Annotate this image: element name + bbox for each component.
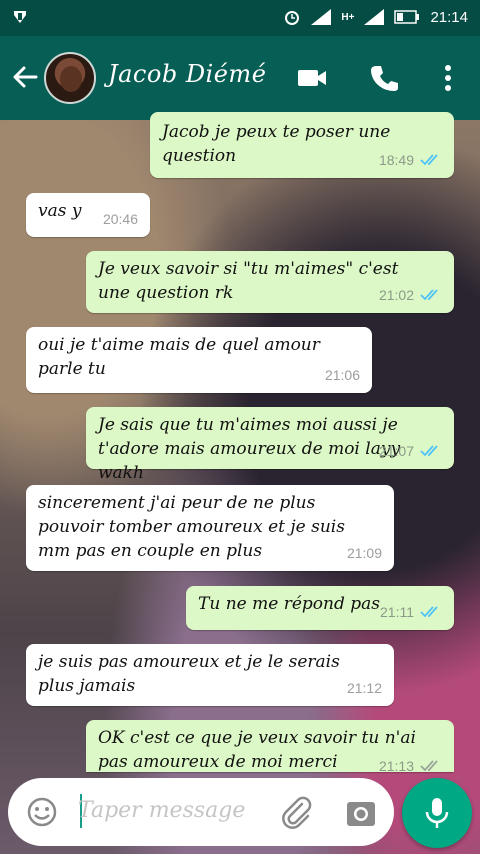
message-bubble-incoming[interactable]: oui je t'aime mais de quel amour parle t…: [26, 327, 372, 393]
clock: 21:14: [430, 8, 468, 26]
message-bubble-outgoing[interactable]: OK c'est ce que je veux savoir tu n'ai p…: [86, 720, 454, 772]
message-time: 21:07: [378, 443, 414, 459]
read-ticks-icon: [420, 289, 438, 301]
video-call-icon[interactable]: [296, 62, 328, 94]
voice-call-icon[interactable]: [368, 62, 400, 94]
battery-icon: [394, 10, 420, 24]
contact-name[interactable]: Jacob Diémé: [108, 60, 266, 88]
message-bubble-incoming[interactable]: vas y 20:46: [26, 193, 150, 237]
message-time: 21:09: [346, 545, 382, 561]
message-text: oui je t'aime mais de quel amour parle t…: [38, 335, 320, 379]
message-text: Je veux savoir si "tu m'aimes" c'est une…: [98, 259, 399, 303]
attachment-icon[interactable]: [280, 796, 314, 830]
app-notification-icon: [14, 11, 26, 23]
read-ticks-icon: [420, 606, 438, 618]
message-input[interactable]: Taper message: [78, 798, 245, 823]
voice-message-button[interactable]: [402, 778, 472, 848]
message-time: 21:02: [378, 287, 414, 303]
delivered-ticks-icon: [420, 760, 438, 772]
chat-header: Jacob Diémé: [0, 36, 480, 120]
message-bubble-incoming[interactable]: je suis pas amoureux et je le serais plu…: [26, 644, 394, 706]
message-text: sincerement j'ai peur de ne plus pouvoir…: [38, 493, 345, 561]
back-arrow-icon[interactable]: [10, 62, 40, 92]
signal-icon: [311, 9, 332, 25]
message-time: 20:46: [102, 211, 138, 227]
read-ticks-icon: [420, 154, 438, 166]
message-time: 18:49: [378, 152, 414, 168]
microphone-icon: [425, 798, 449, 828]
signal-icon-2: [364, 9, 385, 25]
message-bubble-incoming[interactable]: sincerement j'ai peur de ne plus pouvoir…: [26, 485, 394, 571]
message-bubble-outgoing[interactable]: Je veux savoir si "tu m'aimes" c'est une…: [86, 251, 454, 313]
message-composer: Taper message: [8, 778, 394, 846]
message-bubble-outgoing[interactable]: Je sais que tu m'aimes moi aussi je t'ad…: [86, 407, 454, 483]
message-time: 21:11: [380, 604, 414, 620]
message-time: 21:12: [346, 680, 382, 696]
camera-icon[interactable]: [344, 796, 378, 830]
contact-avatar[interactable]: [44, 52, 96, 104]
alarm-icon: [285, 11, 300, 25]
network-type: H+: [341, 11, 355, 23]
read-ticks-icon: [420, 445, 438, 457]
message-time: 21:06: [324, 367, 360, 383]
more-options-icon[interactable]: [432, 62, 464, 94]
message-time: 21:13: [378, 758, 414, 772]
status-bar: H+ 21:14: [0, 0, 480, 36]
message-bubble-outgoing[interactable]: Tu ne me répond pas 21:11: [186, 586, 454, 630]
emoji-icon[interactable]: [26, 796, 58, 828]
message-text: je suis pas amoureux et je le serais plu…: [38, 652, 340, 696]
message-bubble-outgoing[interactable]: Jacob je peux te poser une question 18:4…: [150, 112, 454, 178]
